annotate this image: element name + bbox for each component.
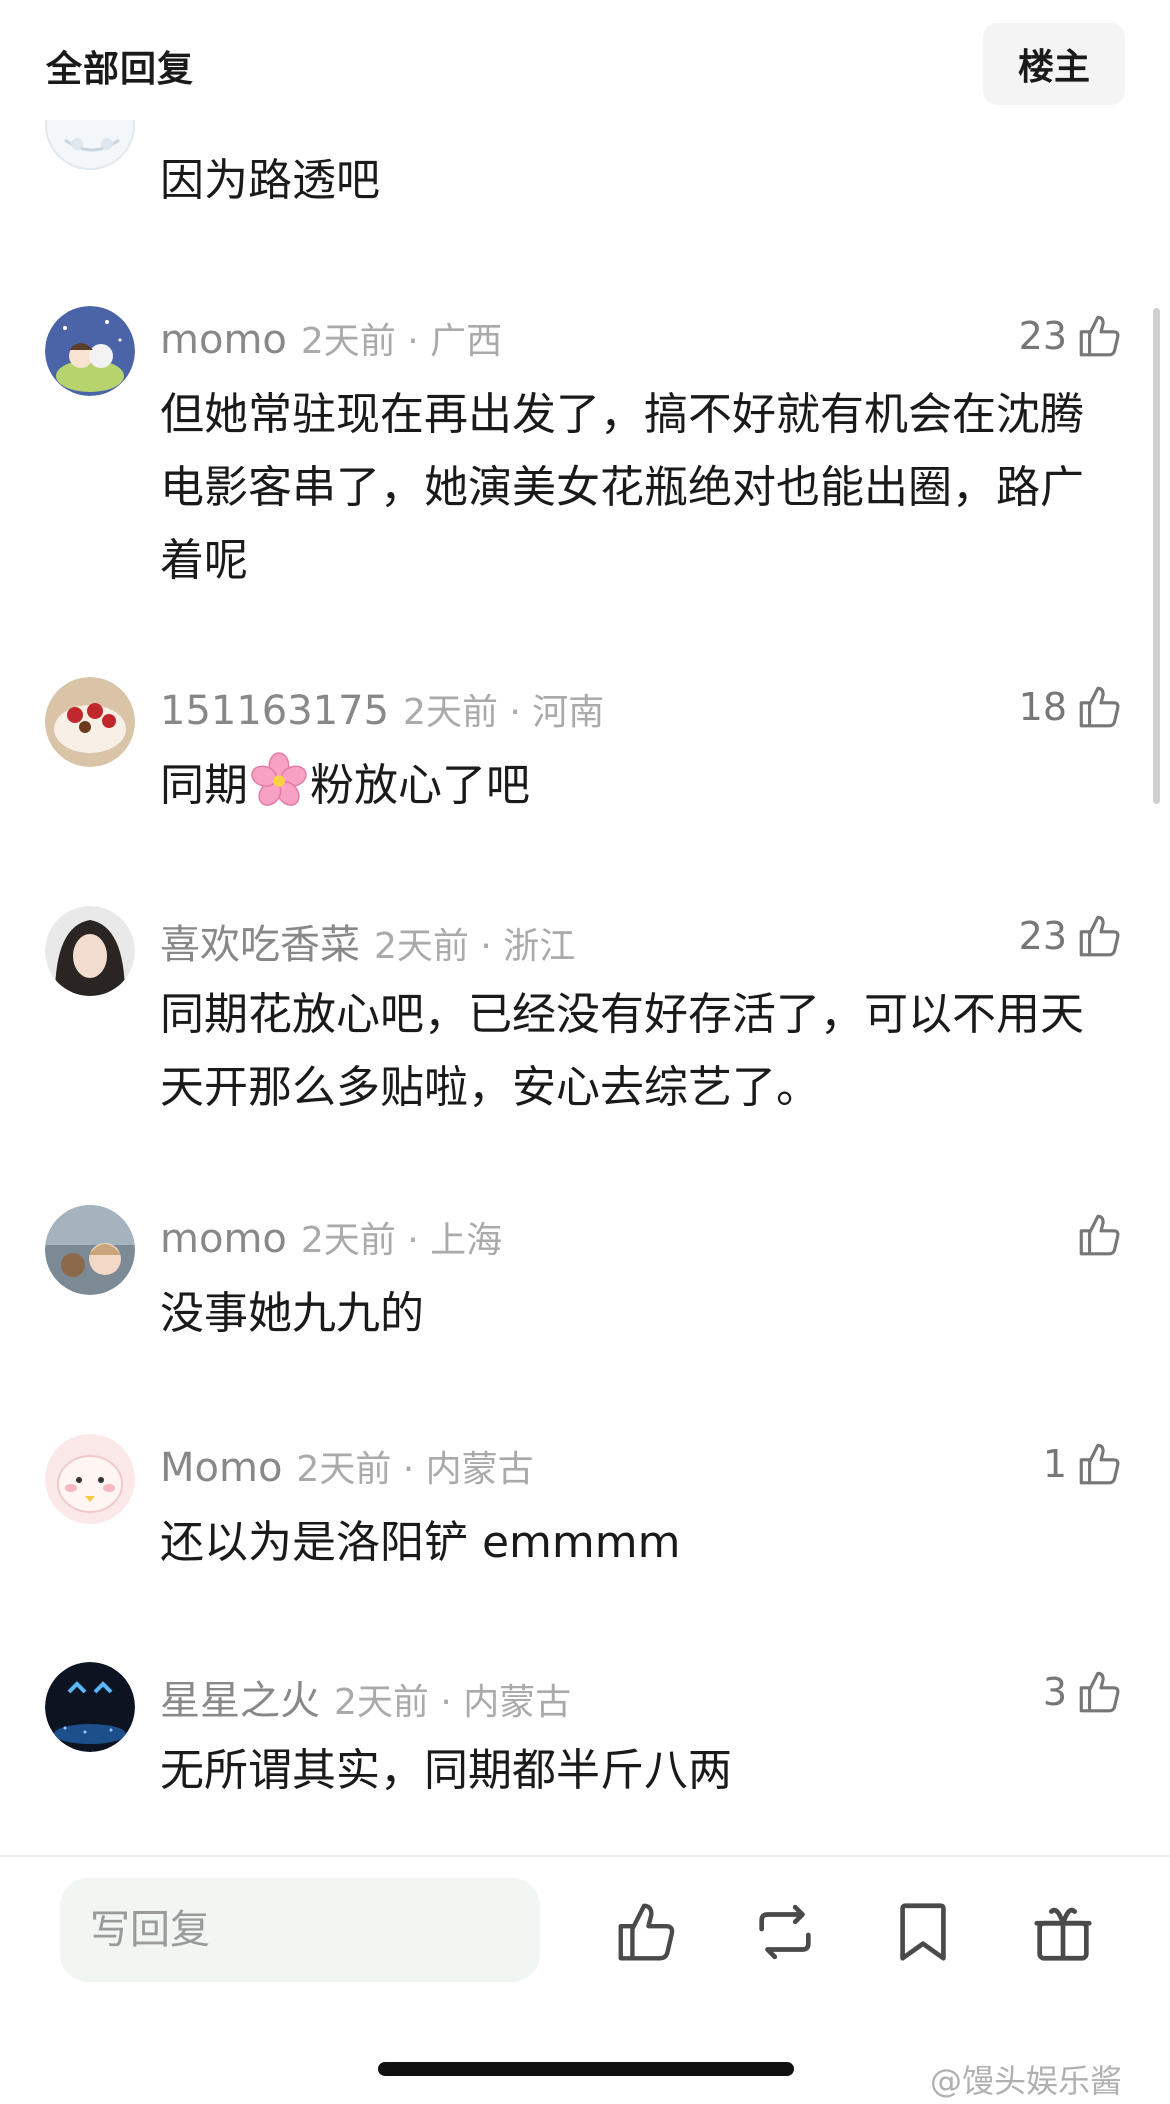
avatar[interactable] <box>45 1205 135 1295</box>
comment-text-part: 粉放心了吧 <box>310 760 530 811</box>
avatar[interactable] <box>45 906 135 996</box>
like-button[interactable]: 3 <box>1043 1662 1125 1722</box>
like-button[interactable] <box>1067 1205 1125 1265</box>
thumb-up-icon <box>1079 686 1120 728</box>
header: 全部回复 楼主 <box>0 0 1170 120</box>
username[interactable]: 星星之火 <box>160 1668 320 1726</box>
avatar[interactable] <box>45 677 135 767</box>
username[interactable]: 151163175 <box>160 688 389 734</box>
thumb-up-icon <box>1079 1443 1120 1485</box>
username[interactable]: Momo <box>160 1445 282 1491</box>
repost-icon[interactable] <box>750 1897 820 1967</box>
like-count: 18 <box>1018 685 1067 729</box>
avatar[interactable] <box>45 1434 135 1524</box>
like-button[interactable]: 18 <box>1019 677 1125 737</box>
time-location: 2天前 · 内蒙古 <box>296 1449 534 1490</box>
comment-meta: momo 2天前 · 广西 <box>160 312 502 364</box>
scrollbar[interactable] <box>1153 308 1160 804</box>
username[interactable]: 喜欢吃香菜 <box>160 912 360 970</box>
comment-text: 没事她九九的 <box>160 1288 424 1339</box>
gift-icon[interactable] <box>1028 1897 1098 1967</box>
avatar[interactable] <box>45 306 135 396</box>
comment-text: 还以为是洛阳铲 emmmm <box>160 1517 681 1568</box>
thumb-up-icon[interactable] <box>612 1897 682 1967</box>
like-count: 1 <box>1042 1442 1067 1486</box>
username[interactable]: momo <box>160 317 287 363</box>
thumb-up-icon <box>1079 915 1120 957</box>
time-location: 2天前 · 浙江 <box>374 926 576 967</box>
watermark: @馒头娱乐酱 <box>930 2062 1123 2100</box>
like-button[interactable]: 23 <box>1019 306 1125 366</box>
thumb-up-icon <box>1079 1671 1120 1713</box>
comment-meta: 喜欢吃香菜 2天前 · 浙江 <box>160 912 575 970</box>
like-button[interactable]: 1 <box>1043 1434 1125 1494</box>
comment-meta: 星星之火 2天前 · 内蒙古 <box>160 1668 571 1726</box>
reply-input[interactable] <box>60 1878 540 1982</box>
thumb-up-icon <box>1079 1214 1120 1256</box>
avatar[interactable] <box>45 1662 135 1752</box>
username[interactable]: momo <box>160 1216 287 1262</box>
like-count: 3 <box>1042 1670 1067 1714</box>
home-indicator[interactable] <box>378 2062 794 2076</box>
comment-meta: 151163175 2天前 · 河南 <box>160 683 604 735</box>
time-location: 2天前 · 上海 <box>300 1220 503 1261</box>
comment-meta: momo 2天前 · 上海 <box>160 1211 502 1263</box>
comment-text: 同期花放心吧，已经没有好存活了，可以不用天天开那么多贴啦，安心去综艺了。 <box>160 989 1084 1113</box>
comment-text: 无所谓其实，同期都半斤八两 <box>160 1745 732 1796</box>
like-count: 23 <box>1018 314 1067 358</box>
like-button[interactable]: 23 <box>1019 906 1125 966</box>
comment-text: 因为路透吧 <box>160 155 380 206</box>
op-only-button[interactable]: 楼主 <box>983 23 1125 105</box>
comment-text: 同期 粉放心了吧 <box>160 749 1100 822</box>
time-location: 2天前 · 河南 <box>403 692 605 733</box>
like-count: 23 <box>1018 914 1067 958</box>
comment-meta: Momo 2天前 · 内蒙古 <box>160 1440 534 1492</box>
comment-text-part: 同期 <box>160 760 248 811</box>
time-location: 2天前 · 内蒙古 <box>334 1682 572 1723</box>
page-title: 全部回复 <box>46 49 195 90</box>
thumb-up-icon <box>1079 315 1120 357</box>
cherry-blossom-icon <box>251 752 307 806</box>
time-location: 2天前 · 广西 <box>300 321 503 362</box>
bookmark-icon[interactable] <box>888 1897 958 1967</box>
comment-text: 但她常驻现在再出发了，搞不好就有机会在沈腾电影客串了，她演美女花瓶绝对也能出圈，… <box>160 389 1084 586</box>
